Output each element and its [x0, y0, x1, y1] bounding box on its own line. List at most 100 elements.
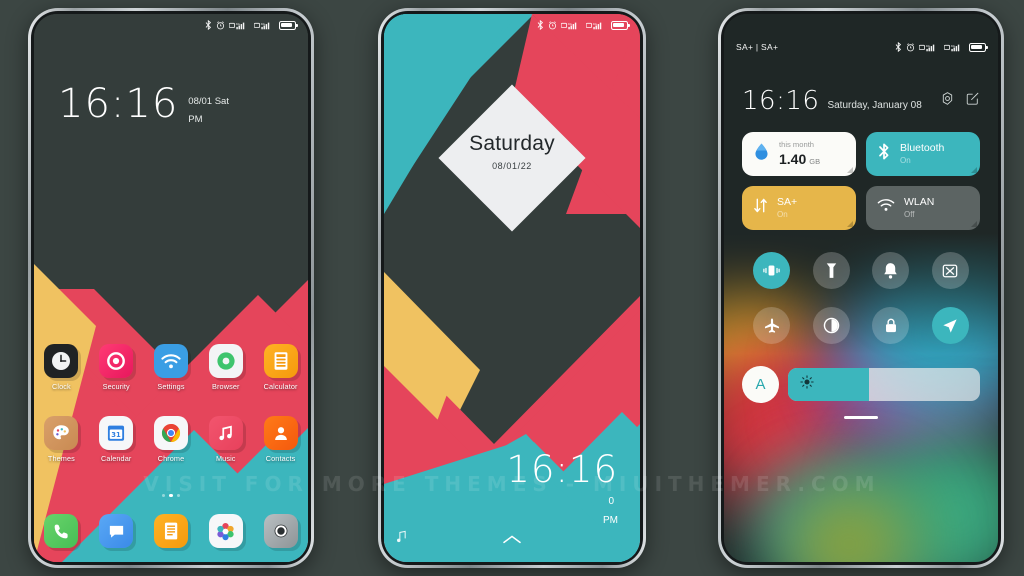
app-themes[interactable]: Themes [34, 416, 89, 463]
notes-icon[interactable] [153, 514, 188, 548]
app-calendar[interactable]: 31 Calendar [89, 416, 144, 463]
app-browser[interactable]: Browser [198, 344, 253, 391]
clock-icon [44, 344, 79, 378]
tile-expand-corner[interactable] [847, 221, 853, 227]
app-music[interactable]: Music [198, 416, 253, 463]
phone-3-time: 16:16 [742, 86, 820, 116]
brightness-row: A [742, 366, 980, 419]
tile-expand-corner[interactable] [971, 167, 977, 173]
app-label: Calculator [263, 382, 298, 391]
svg-text:4G: 4G [236, 21, 241, 25]
edit-square-icon[interactable] [965, 91, 980, 111]
auto-brightness-label: A [755, 376, 766, 393]
sim2-4g-signal-icon: 4G [586, 21, 607, 30]
app-label: Music [216, 454, 236, 463]
page-dot[interactable] [176, 494, 181, 498]
music-note-icon[interactable] [396, 530, 407, 546]
sim1-4g-signal-icon: 4G [919, 43, 940, 52]
sim2-4g-signal-icon: 4G [254, 21, 275, 30]
tile-bluetooth[interactable]: Bluetooth On [866, 132, 980, 176]
battery-icon [279, 20, 298, 30]
auto-brightness-button[interactable]: A [742, 366, 779, 403]
app-label: Browser [212, 382, 240, 391]
app-label: Contacts [265, 454, 296, 463]
tile-wlan-state: Off [904, 210, 915, 220]
home-page-indicator [34, 494, 308, 498]
music-note-icon [208, 416, 243, 450]
phone-1-date: 08/01 Sat [188, 96, 229, 107]
toggle-airplane-mode[interactable] [753, 307, 791, 344]
toggle-lock[interactable] [872, 307, 910, 344]
tile-data-usage[interactable]: this month 1.40 GB [742, 132, 856, 176]
phone-3-header: 16:16 Saturday, January 08 [742, 88, 980, 114]
toggle-dark-mode[interactable] [812, 307, 850, 344]
toggle-screenshot[interactable] [931, 252, 969, 289]
sim1-4g-signal-icon: 4G [229, 21, 250, 30]
toggle-vibrate[interactable] [753, 252, 791, 289]
app-clock[interactable]: Clock [34, 344, 89, 391]
svg-text:4G: 4G [593, 21, 598, 25]
phone-2-seconds: 0 [608, 496, 614, 507]
battery-icon [969, 42, 988, 52]
brightness-slider[interactable] [788, 368, 980, 401]
phone-2-ampm: PM [603, 515, 618, 526]
phone-1-ampm: PM [188, 114, 203, 125]
wifi-icon [877, 198, 895, 218]
bluetooth-icon [877, 142, 891, 166]
quick-settings-tiles: this month 1.40 GB Bluetooth On SA+ On W… [742, 132, 980, 230]
battery-icon [611, 20, 630, 30]
browser-icon [208, 344, 243, 378]
page-dot[interactable] [161, 494, 166, 498]
app-contacts[interactable]: Contacts [253, 416, 308, 463]
tile-wlan-title: WLAN [904, 196, 935, 209]
toggle-flashlight[interactable] [812, 252, 850, 289]
phone-1-date-column: 08/01 Sat PM [188, 84, 229, 129]
app-settings[interactable]: Settings [144, 344, 199, 391]
alarm-icon [216, 20, 225, 30]
gear-hex-icon[interactable] [940, 91, 955, 111]
brightness-slider-fill [788, 368, 869, 401]
camera-icon[interactable] [263, 514, 298, 548]
home-gesture-bar[interactable] [844, 416, 878, 419]
tile-data-text: this month 1.40 GB [779, 140, 821, 168]
app-calculator[interactable]: Calculator [253, 344, 308, 391]
svg-text:4G: 4G [261, 21, 266, 25]
chevron-up-icon[interactable] [502, 532, 522, 550]
phone-handset-icon[interactable] [44, 514, 79, 548]
tile-wlan-text: WLAN Off [904, 196, 934, 219]
toggle-row-2 [742, 307, 980, 344]
app-label: Clock [52, 382, 71, 391]
app-grid-row-1: Clock Security Settings Browser Calculat… [34, 344, 308, 391]
tile-expand-corner[interactable] [847, 167, 853, 173]
tile-mobile-data[interactable]: SA+ On [742, 186, 856, 230]
page-dot-active[interactable] [169, 494, 173, 498]
tile-mobile-data-text: SA+ On [777, 196, 797, 219]
app-security[interactable]: Security [89, 344, 144, 391]
svg-text:4G: 4G [926, 43, 931, 47]
phone-3-control-center: SA+ | SA+ 4G 4G 16:16 Saturday, January … [718, 8, 1004, 568]
tile-mobile-data-title: SA+ [777, 196, 798, 209]
brightness-sun-icon [800, 375, 814, 394]
phone-1-status-bar: 4G 4G [34, 14, 308, 36]
toggle-row-1 [742, 252, 980, 289]
phone-3-status-bar: SA+ | SA+ 4G 4G [724, 36, 998, 58]
tile-expand-corner[interactable] [971, 221, 977, 227]
tile-data-unit: GB [809, 157, 821, 167]
message-bubble-icon[interactable] [99, 514, 134, 548]
svg-text:4G: 4G [568, 21, 573, 25]
data-arrows-icon [753, 197, 768, 219]
svg-text:31: 31 [111, 431, 121, 439]
phone-3-screen: SA+ | SA+ 4G 4G 16:16 Saturday, January … [724, 14, 998, 562]
phone-1-time: 16:16 [58, 81, 179, 127]
phone-2-screen: 4G 4G Saturday 08/01/22 16:16 0 PM [384, 14, 640, 562]
gallery-flower-icon[interactable] [208, 514, 243, 548]
toggle-location[interactable] [931, 307, 969, 344]
toggle-sound[interactable] [872, 252, 910, 289]
sim1-4g-signal-icon: 4G [561, 21, 582, 30]
screenshot-canvas: 4G 4G 16:16 08/01 Sat PM Clock Security … [0, 0, 1024, 576]
tile-wlan[interactable]: WLAN Off [866, 186, 980, 230]
tile-mobile-data-state: On [777, 210, 788, 220]
app-chrome[interactable]: Chrome [144, 416, 199, 463]
bluetooth-icon [537, 20, 544, 30]
sim2-4g-signal-icon: 4G [944, 43, 965, 52]
